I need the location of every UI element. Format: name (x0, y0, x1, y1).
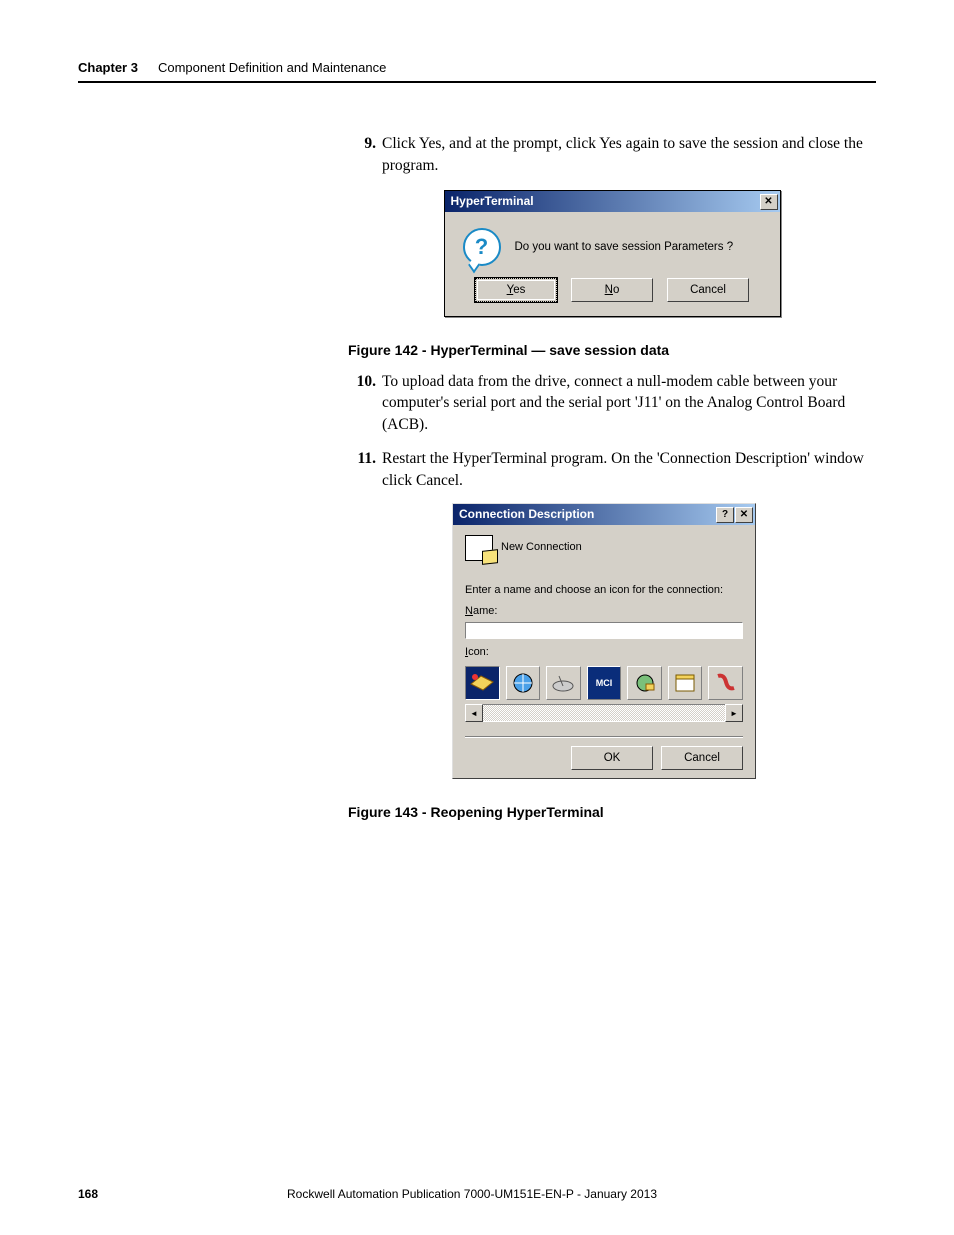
connection-icon-modem[interactable] (465, 666, 500, 700)
dialog-titlebar: HyperTerminal ✕ (445, 191, 780, 212)
icon-scrollbar: ◄ ► (465, 704, 743, 722)
connection-icon-window[interactable] (668, 666, 703, 700)
step-number: 9. (348, 133, 376, 176)
connection-icon-mci[interactable]: MCI (587, 666, 622, 700)
chapter-title: Component Definition and Maintenance (158, 60, 386, 75)
step-11: 11. Restart the HyperTerminal program. O… (348, 448, 876, 491)
scroll-track[interactable] (483, 704, 725, 722)
cancel-button[interactable]: Cancel (667, 278, 749, 302)
chapter-label: Chapter 3 (78, 60, 138, 75)
name-input[interactable] (465, 622, 743, 639)
connection-icon-globe[interactable] (506, 666, 541, 700)
page-header: Chapter 3 Component Definition and Maint… (78, 60, 876, 83)
name-label: Name: (465, 604, 743, 619)
yes-button[interactable]: Yes (475, 278, 557, 302)
ok-button[interactable]: OK (571, 746, 653, 770)
dialog-title: Connection Description (459, 506, 594, 523)
new-connection-label: New Connection (501, 540, 582, 555)
page-footer: 168 Rockwell Automation Publication 7000… (78, 1187, 876, 1201)
connection-icon-phone-globe[interactable] (627, 666, 662, 700)
dialog-body: Do you want to save session Parameters ? (445, 212, 780, 276)
step-number: 10. (348, 371, 376, 436)
publication-ref: Rockwell Automation Publication 7000-UM1… (98, 1187, 846, 1201)
step-text: Click Yes, and at the prompt, click Yes … (382, 133, 876, 176)
icon-picker: MCI (465, 664, 743, 702)
step-text: Restart the HyperTerminal program. On th… (382, 448, 876, 491)
dialog-titlebar: Connection Description ? ✕ (453, 504, 755, 525)
close-icon[interactable]: ✕ (735, 507, 753, 523)
figure-143-caption: Figure 143 - Reopening HyperTerminal (348, 803, 876, 823)
help-icon[interactable]: ? (716, 507, 734, 523)
hyperterminal-confirm-dialog: HyperTerminal ✕ Do you want to save sess… (444, 190, 781, 317)
no-button[interactable]: No (571, 278, 653, 302)
prompt-text: Enter a name and choose an icon for the … (465, 583, 743, 598)
page-number: 168 (78, 1187, 98, 1201)
icon-label: Icon: (465, 645, 743, 660)
new-connection-row: New Connection (465, 535, 743, 561)
close-icon[interactable]: ✕ (760, 194, 778, 210)
step-10: 10. To upload data from the drive, conne… (348, 371, 876, 436)
step-text: To upload data from the drive, connect a… (382, 371, 876, 436)
cancel-button[interactable]: Cancel (661, 746, 743, 770)
scroll-right-icon[interactable]: ► (725, 704, 743, 722)
separator (465, 736, 743, 738)
modem-document-icon (465, 535, 493, 561)
question-icon (463, 228, 501, 266)
scroll-left-icon[interactable]: ◄ (465, 704, 483, 722)
dialog-message: Do you want to save session Parameters ? (515, 239, 734, 255)
step-9: 9. Click Yes, and at the prompt, click Y… (348, 133, 876, 176)
connection-icon-handset[interactable] (708, 666, 743, 700)
connection-icon-satellite[interactable] (546, 666, 581, 700)
connection-description-dialog: Connection Description ? ✕ New Connectio… (452, 503, 756, 779)
dialog-title: HyperTerminal (451, 193, 534, 210)
figure-142-caption: Figure 142 - HyperTerminal — save sessio… (348, 341, 876, 361)
step-number: 11. (348, 448, 376, 491)
